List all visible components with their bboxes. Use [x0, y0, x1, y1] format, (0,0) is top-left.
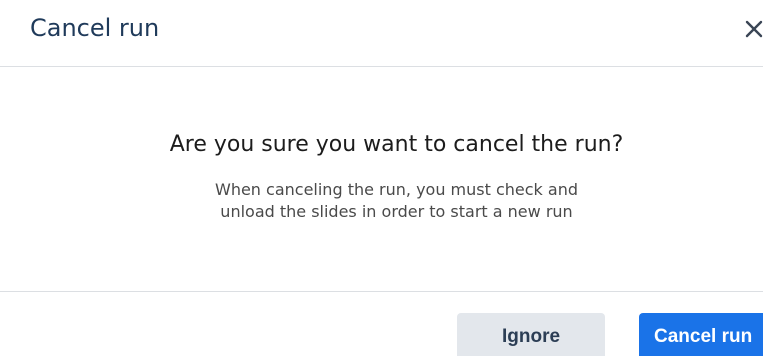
- dialog-title: Cancel run: [30, 14, 160, 42]
- cancel-run-button[interactable]: Cancel run: [639, 313, 763, 356]
- cancel-run-dialog: Cancel run Are you sure you want to canc…: [0, 0, 763, 356]
- confirmation-description: When canceling the run, you must check a…: [0, 179, 763, 223]
- dialog-body: Are you sure you want to cancel the run?…: [0, 67, 763, 291]
- close-icon: [745, 20, 763, 38]
- description-line-2: unload the slides in order to start a ne…: [220, 202, 573, 221]
- confirmation-question: Are you sure you want to cancel the run?: [169, 132, 624, 157]
- dialog-header: Cancel run: [0, 0, 763, 67]
- ignore-button[interactable]: Ignore: [457, 313, 605, 356]
- dialog-footer: Ignore Cancel run: [0, 291, 763, 356]
- close-button[interactable]: [744, 14, 763, 44]
- description-line-1: When canceling the run, you must check a…: [215, 180, 578, 199]
